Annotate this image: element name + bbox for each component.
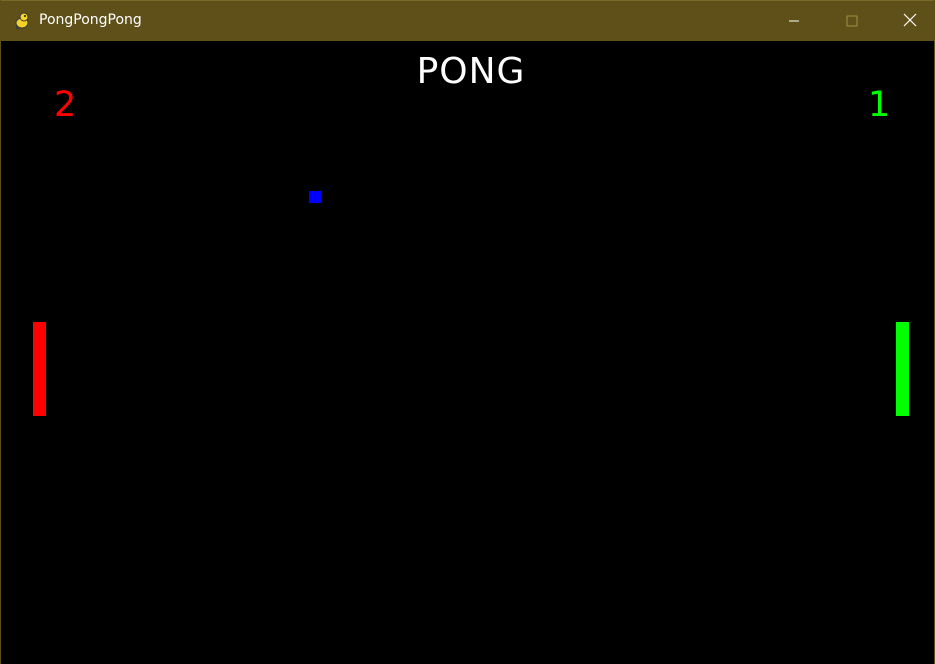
title-bar[interactable]: PongPongPong (1, 0, 934, 41)
window-title: PongPongPong (39, 12, 142, 28)
close-button[interactable] (881, 1, 935, 41)
pygame-snake-icon (13, 11, 33, 31)
minimize-icon (788, 12, 800, 31)
left-player-score: 2 (54, 85, 77, 125)
close-icon (903, 12, 917, 31)
right-player-score: 1 (868, 85, 891, 125)
app-window: PongPongPong PONG 2 1 (0, 0, 935, 664)
minimize-button[interactable] (765, 1, 823, 41)
right-paddle (896, 322, 909, 416)
ball (309, 191, 321, 203)
game-canvas[interactable]: PONG 2 1 (1, 41, 934, 664)
game-title: PONG (416, 51, 526, 92)
maximize-icon (846, 12, 858, 31)
maximize-button[interactable] (823, 1, 881, 41)
left-paddle (33, 322, 46, 416)
